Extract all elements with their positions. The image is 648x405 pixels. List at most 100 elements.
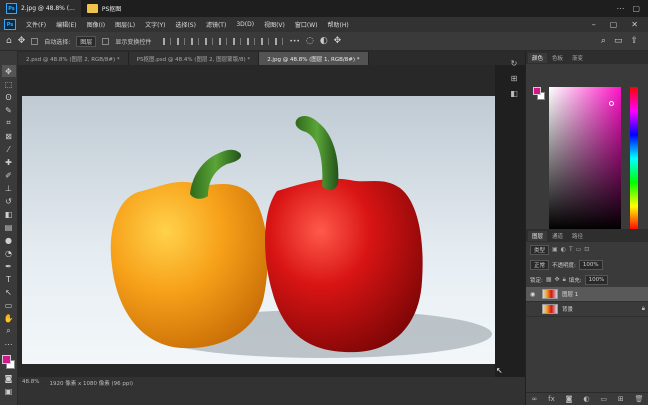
- layer-filter-dropdown[interactable]: 类型: [530, 244, 550, 255]
- menu-filter[interactable]: 滤镜(T): [201, 20, 231, 29]
- align-top-icon[interactable]: [205, 37, 214, 45]
- move-tool-icon[interactable]: ✥: [1, 65, 16, 77]
- menu-3d[interactable]: 3D(D): [231, 21, 259, 28]
- healing-tool-icon[interactable]: ✚: [2, 156, 16, 168]
- minimize-icon[interactable]: –: [592, 20, 596, 29]
- layer-row-background[interactable]: 背景 🔒︎: [526, 302, 648, 317]
- vertical-scroll-area[interactable]: [495, 65, 525, 377]
- zoom-level[interactable]: 48.8%: [22, 379, 39, 385]
- 3d-rotate-icon[interactable]: ◐: [320, 36, 328, 46]
- menu-select[interactable]: 选择(S): [170, 20, 201, 29]
- layer-style-icon[interactable]: fx: [548, 395, 555, 403]
- filter-adjust-icon[interactable]: ◐: [561, 246, 566, 253]
- new-layer-icon[interactable]: ⊞: [618, 395, 624, 403]
- tab-color[interactable]: 颜色: [528, 52, 548, 63]
- menu-image[interactable]: 图像(I): [82, 20, 110, 29]
- filter-smart-icon[interactable]: ⊡: [584, 246, 589, 253]
- menu-layer[interactable]: 图层(L): [110, 20, 140, 29]
- tab-paths[interactable]: 路径: [568, 231, 587, 241]
- gradient-tool-icon[interactable]: ▤: [2, 221, 16, 233]
- eyedropper-tool-icon[interactable]: ⁄: [2, 143, 16, 155]
- lock-position-icon[interactable]: ✥: [555, 276, 560, 283]
- lock-all-icon[interactable]: 🔒︎: [563, 276, 566, 284]
- lasso-tool-icon[interactable]: ʘ: [2, 91, 16, 103]
- color-picker-field[interactable]: [549, 87, 621, 230]
- menu-help[interactable]: 帮助(H): [323, 20, 354, 29]
- adjust-panel-icon[interactable]: ◧: [510, 89, 518, 98]
- hand-tool-icon[interactable]: ✋: [2, 312, 16, 324]
- 3d-mode-icon[interactable]: ◌: [306, 36, 314, 46]
- frame-tool-icon[interactable]: ⊠: [2, 130, 16, 142]
- history-panel-icon[interactable]: ↻: [511, 59, 518, 68]
- menu-file[interactable]: 文件(F): [21, 20, 51, 29]
- document-info[interactable]: 1920 像素 x 1080 像素 (96 ppi): [49, 379, 133, 387]
- zoom-tool-icon[interactable]: ⌕: [2, 325, 16, 337]
- screen-mode-icon[interactable]: ▣: [2, 385, 16, 397]
- stamp-tool-icon[interactable]: ⊥: [2, 182, 16, 194]
- 3d-pan-icon[interactable]: ✥: [334, 36, 342, 46]
- properties-panel-icon[interactable]: ⊞: [511, 74, 518, 83]
- close-icon[interactable]: ✕: [631, 20, 638, 29]
- align-middle-icon[interactable]: [219, 37, 228, 45]
- tab-2-psd[interactable]: 2.psd @ 48.8% (图层 2, RGB/8#) *: [18, 52, 129, 65]
- path-select-tool-icon[interactable]: ↖: [2, 286, 16, 298]
- color-swatches[interactable]: [1, 355, 16, 371]
- align-bottom-icon[interactable]: [233, 37, 242, 45]
- filter-type-icon[interactable]: T: [569, 246, 573, 253]
- menu-type[interactable]: 文字(Y): [140, 20, 170, 29]
- adjustment-layer-icon[interactable]: ◐: [583, 395, 589, 403]
- taskbar-photoshop[interactable]: Ps 2.jpg @ 48.8% (...: [0, 0, 81, 17]
- layer-name[interactable]: 图层 1: [562, 290, 578, 298]
- eraser-tool-icon[interactable]: ◧: [2, 208, 16, 220]
- align-center-icon[interactable]: [177, 37, 186, 45]
- panel-foreground-swatch[interactable]: [533, 87, 541, 95]
- home-icon[interactable]: ⌂: [6, 36, 12, 46]
- layer-name[interactable]: 背景: [562, 305, 573, 313]
- menu-view[interactable]: 视图(V): [259, 20, 290, 29]
- auto-select-checkbox[interactable]: [31, 37, 39, 45]
- canvas-image[interactable]: [22, 96, 495, 364]
- quick-select-tool-icon[interactable]: ✎: [2, 104, 16, 116]
- blend-mode-dropdown[interactable]: 正常: [530, 259, 550, 270]
- link-layers-icon[interactable]: ∞: [531, 395, 537, 403]
- crop-tool-icon[interactable]: ⌗: [2, 117, 16, 129]
- tab-ps-koutu[interactable]: PS抠图.psd @ 48.4% (图层 2, 图层蒙版/8) *: [128, 52, 260, 65]
- filter-pixel-icon[interactable]: ▣: [552, 246, 558, 253]
- brush-tool-icon[interactable]: ✐: [2, 169, 16, 181]
- filter-shape-icon[interactable]: ▭: [576, 246, 582, 253]
- opacity-input[interactable]: 100%: [578, 259, 603, 270]
- more-tools-icon[interactable]: ⋯: [2, 338, 16, 350]
- menu-window[interactable]: 窗口(W): [290, 20, 323, 29]
- align-left-icon[interactable]: [163, 37, 172, 45]
- shape-tool-icon[interactable]: ▭: [2, 299, 16, 311]
- quick-mask-icon[interactable]: ◙: [2, 372, 16, 384]
- distribute-h-icon[interactable]: [261, 37, 270, 45]
- restore-icon[interactable]: ▢: [632, 4, 640, 13]
- more-options-icon[interactable]: •••: [289, 38, 300, 45]
- search-icon[interactable]: ⌕: [601, 36, 606, 46]
- delete-layer-icon[interactable]: 🗑︎: [635, 395, 644, 403]
- tab-gradients[interactable]: 渐变: [568, 53, 587, 63]
- tab-swatches[interactable]: 色板: [548, 53, 567, 63]
- lock-pixels-icon[interactable]: ▦: [546, 276, 552, 283]
- show-transform-checkbox[interactable]: [102, 37, 110, 45]
- ellipsis-icon[interactable]: ⋯: [616, 4, 624, 13]
- marquee-tool-icon[interactable]: ⬚: [2, 78, 16, 90]
- foreground-color[interactable]: [1, 355, 11, 364]
- blur-tool-icon[interactable]: ●: [2, 234, 16, 246]
- color-picker-marker[interactable]: [609, 101, 614, 106]
- tab-layers[interactable]: 图层: [528, 230, 548, 241]
- pen-tool-icon[interactable]: ✒: [2, 260, 16, 272]
- distribute-v-icon[interactable]: [275, 37, 284, 45]
- distribute-icon[interactable]: [247, 37, 256, 45]
- maximize-icon[interactable]: ▢: [610, 20, 618, 29]
- group-icon[interactable]: ▭: [600, 395, 607, 403]
- workspace-icon[interactable]: ▭: [614, 36, 623, 46]
- document-workspace[interactable]: [18, 65, 495, 377]
- move-tool-preset-icon[interactable]: ✥: [18, 36, 26, 46]
- tab-channels[interactable]: 通道: [548, 231, 567, 241]
- dodge-tool-icon[interactable]: ◔: [2, 247, 16, 259]
- menu-edit[interactable]: 编辑(E): [51, 20, 81, 29]
- history-brush-tool-icon[interactable]: ↺: [2, 195, 16, 207]
- share-icon[interactable]: ⇪: [630, 36, 638, 46]
